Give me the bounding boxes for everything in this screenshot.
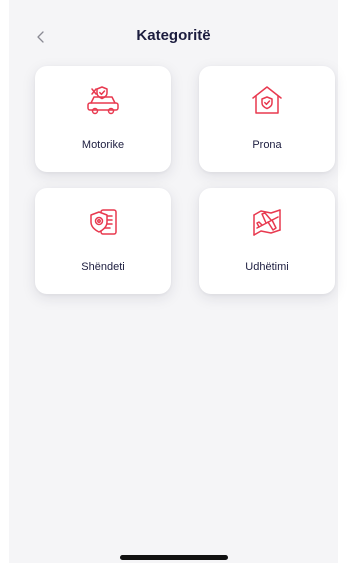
category-label: Udhëtimi <box>245 261 289 273</box>
category-grid: Motorike Prona Shëndeti Udhëtimi <box>35 66 335 296</box>
home-indicator[interactable] <box>120 555 228 560</box>
car-insurance-icon <box>83 84 123 116</box>
category-label: Prona <box>252 139 282 151</box>
page-title: Kategoritë <box>136 27 211 44</box>
category-label: Motorike <box>81 139 125 151</box>
health-document-icon <box>83 206 123 238</box>
travel-airplane-icon <box>247 206 287 238</box>
category-card-motorike[interactable]: Motorike <box>35 66 171 172</box>
category-label: Shëndeti <box>81 261 125 273</box>
category-card-shendeti[interactable]: Shëndeti <box>35 188 171 294</box>
category-card-prona[interactable]: Prona <box>199 66 335 172</box>
categories-screen: Kategoritë Motorike Prona Shëndeti Udhët… <box>9 0 338 563</box>
house-shield-icon <box>247 84 287 116</box>
header: Kategoritë <box>9 22 338 52</box>
category-card-udhetimi[interactable]: Udhëtimi <box>199 188 335 294</box>
